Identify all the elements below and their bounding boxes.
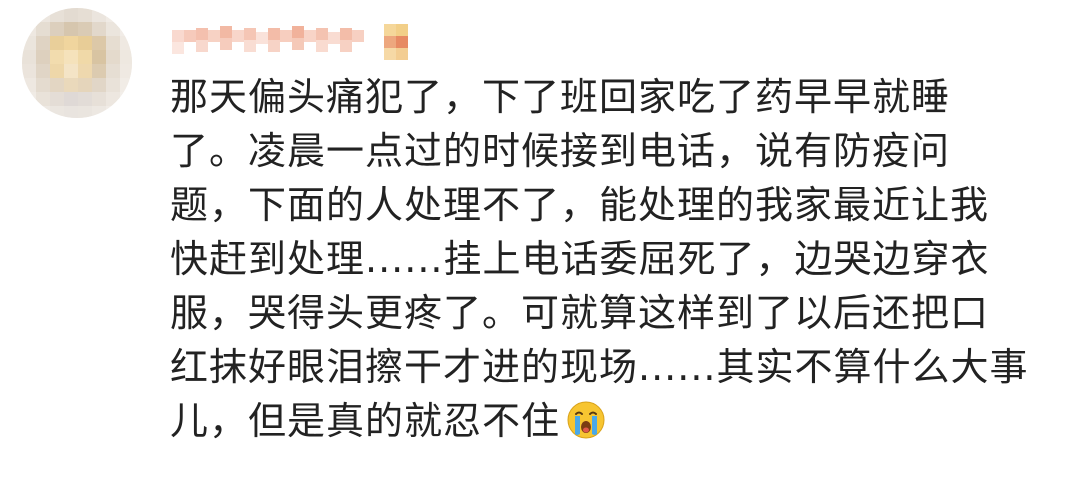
comment-line: 儿，但是真的就忍不住 (170, 399, 561, 443)
comment-item: 那天偏头痛犯了，下了班回家吃了药早早就睡 了。凌晨一点过的时候接到电话，说有防疫… (0, 0, 1080, 497)
comment-line: 红抹好眼泪擦干才进的现场......其实不算什么大事 (170, 345, 1029, 389)
comment-line: 服，哭得头更疼了。可就算这样到了以后还把口 (170, 291, 990, 335)
comment-text: 那天偏头痛犯了，下了班回家吃了药早早就睡 了。凌晨一点过的时候接到电话，说有防疫… (170, 70, 1070, 448)
comment-last-line: 儿，但是真的就忍不住 (170, 394, 1070, 448)
comment-line: 了。凌晨一点过的时候接到电话，说有防疫问 (170, 129, 951, 173)
crying-face-icon (566, 400, 606, 440)
username-blurred[interactable] (172, 20, 422, 60)
avatar[interactable] (22, 8, 132, 118)
comment-line: 题，下面的人处理不了，能处理的我家最近让我 (170, 183, 990, 227)
comment-line: 快赶到处理......挂上电话委屈死了，边哭边穿衣 (170, 237, 990, 281)
comment-line: 那天偏头痛犯了，下了班回家吃了药早早就睡 (170, 75, 951, 119)
